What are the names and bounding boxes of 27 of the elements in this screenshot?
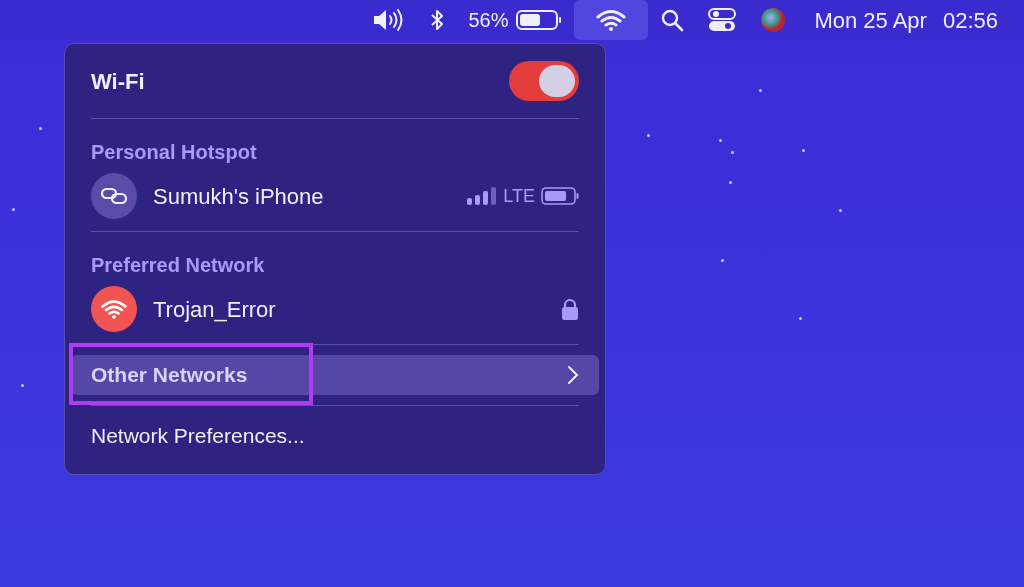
menu-bar-time: 02:56 bbox=[942, 6, 998, 35]
signal-icon bbox=[467, 187, 498, 205]
battery-icon bbox=[516, 9, 563, 31]
menu-bar-item[interactable] bbox=[574, 0, 649, 40]
network-name: Trojan_Error bbox=[153, 295, 277, 324]
network-row[interactable]: Sumukh's iPhone LTE bbox=[71, 167, 599, 225]
network-type: LTE bbox=[503, 184, 535, 208]
search-icon bbox=[660, 8, 685, 32]
menu-bar-date: Mon 25 Apr bbox=[814, 6, 927, 35]
section-heading: Personal Hotspot bbox=[90, 140, 258, 165]
menu-title: Wi-Fi bbox=[91, 67, 145, 96]
battery-icon bbox=[541, 187, 579, 205]
menu-item[interactable]: Other Networks bbox=[71, 355, 599, 395]
bluetooth-icon bbox=[430, 9, 445, 31]
menu-item[interactable]: Network Preferences... bbox=[71, 416, 599, 456]
toggles-icon bbox=[708, 8, 737, 32]
wifi-toggle[interactable] bbox=[509, 61, 579, 101]
wifi-icon bbox=[91, 286, 137, 332]
battery-percentage: 56% bbox=[468, 8, 509, 33]
chevron-right-icon bbox=[567, 365, 579, 385]
network-row[interactable]: Trojan_Error bbox=[71, 280, 599, 338]
wifi-icon bbox=[596, 9, 627, 31]
section-heading: Preferred Network bbox=[90, 253, 266, 278]
link-icon bbox=[91, 173, 137, 219]
orb-icon bbox=[760, 7, 787, 33]
network-name: Sumukh's iPhone bbox=[153, 182, 325, 211]
menu-bar-item[interactable]: 56% bbox=[456, 0, 575, 40]
